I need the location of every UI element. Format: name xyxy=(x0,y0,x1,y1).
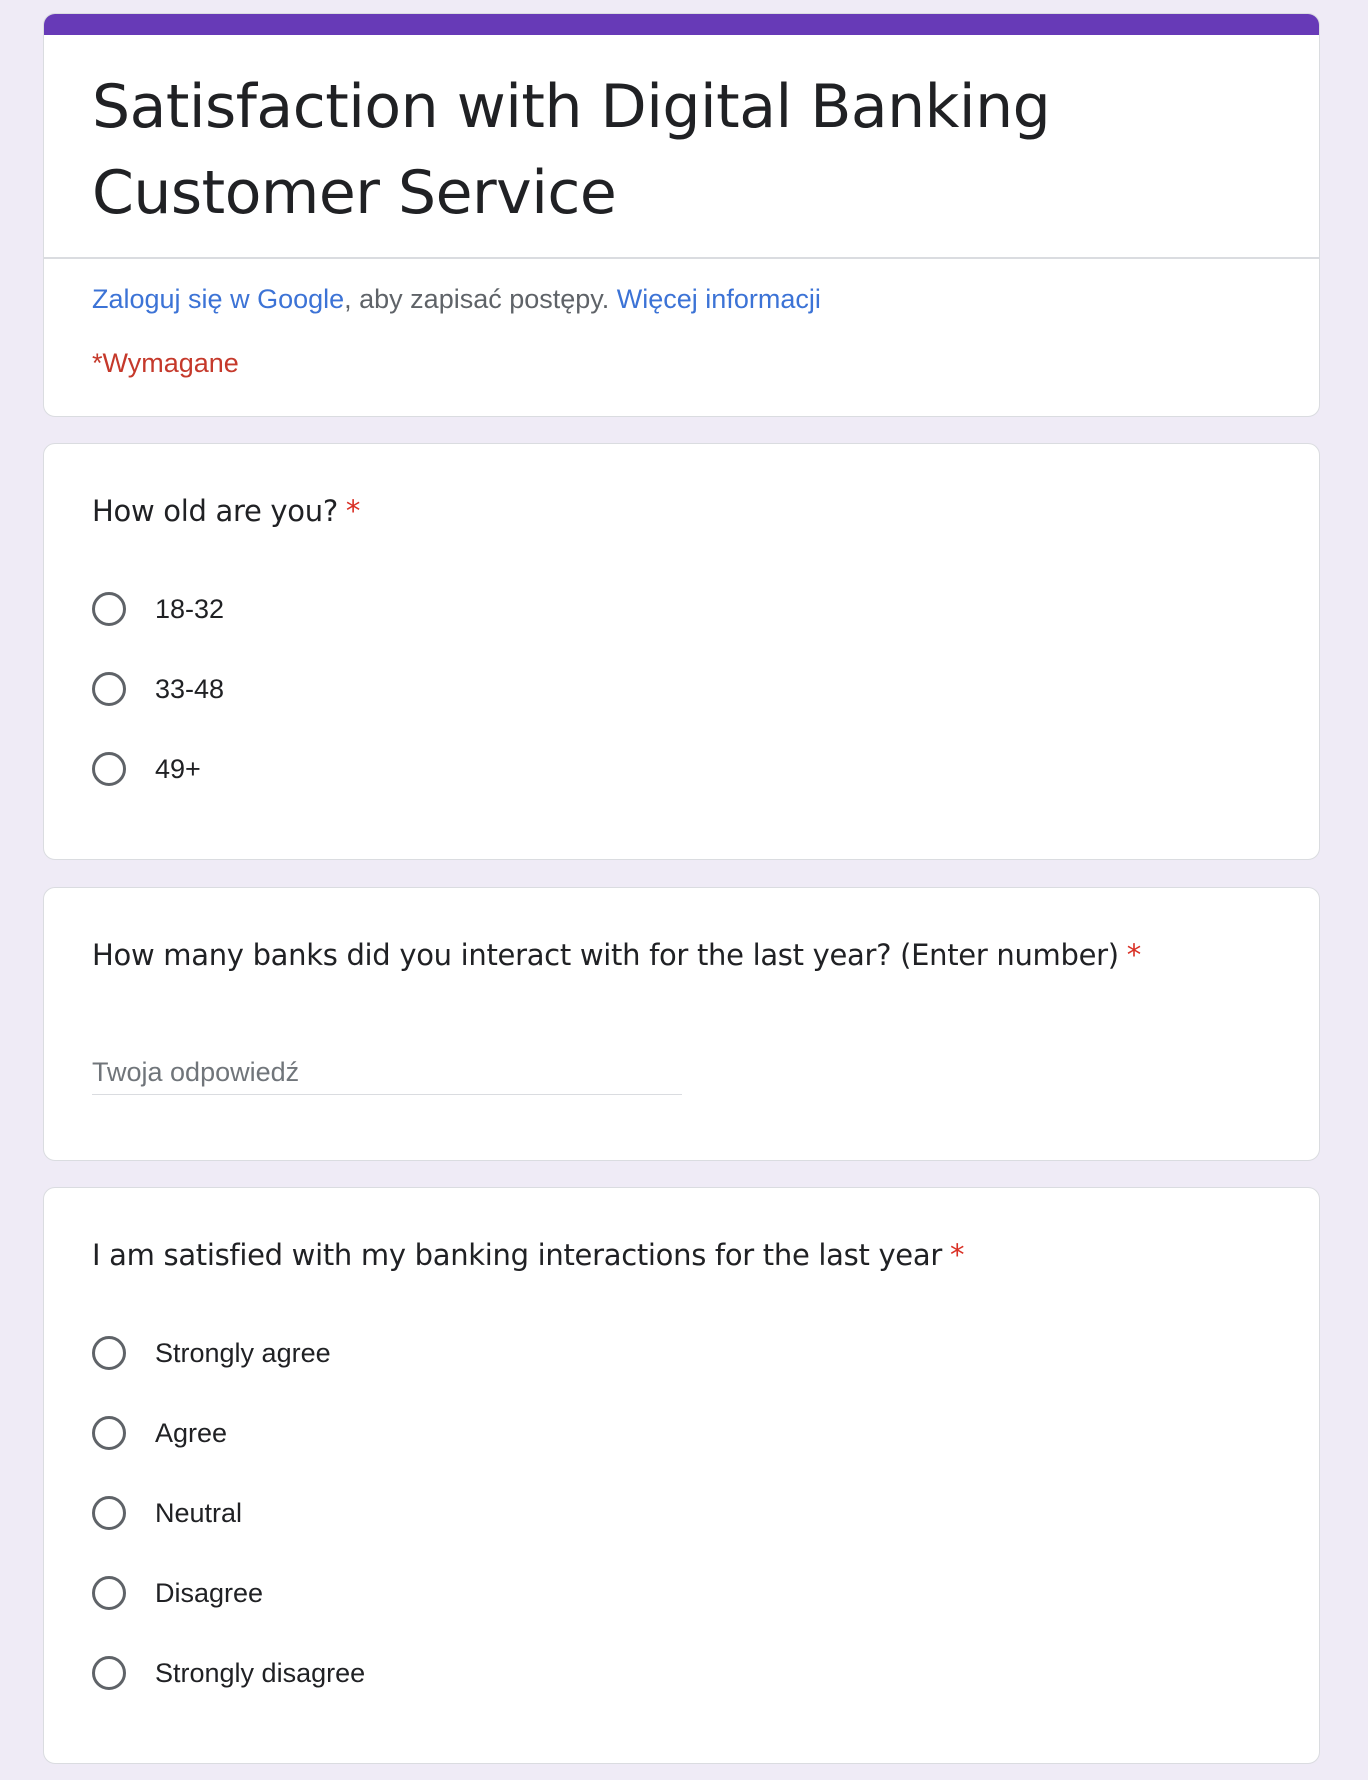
question-card-satisfaction: I am satisfied with my banking interacti… xyxy=(43,1187,1320,1764)
radio-option-strongly-agree[interactable]: Strongly agree xyxy=(92,1331,331,1375)
question-card-age: How old are you? * 18-32 33-48 49+ xyxy=(43,443,1320,860)
question-card-bank-count: How many banks did you interact with for… xyxy=(43,887,1320,1161)
option-label: Neutral xyxy=(155,1497,243,1528)
radio-button[interactable] xyxy=(92,592,126,626)
option-label: Disagree xyxy=(155,1577,264,1608)
more-info-link[interactable]: Więcej informacji xyxy=(617,284,821,314)
option-label: 33-48 xyxy=(155,673,225,704)
form-accent-bar xyxy=(44,14,1319,35)
radio-button[interactable] xyxy=(92,672,126,706)
radio-button[interactable] xyxy=(92,1656,126,1690)
radio-button[interactable] xyxy=(92,1576,126,1610)
option-label: Agree xyxy=(155,1417,228,1448)
radio-option-18-32[interactable]: 18-32 xyxy=(92,587,224,631)
question-text: I am satisfied with my banking interacti… xyxy=(92,1238,942,1272)
radio-option-disagree[interactable]: Disagree xyxy=(92,1571,263,1615)
question-text: How many banks did you interact with for… xyxy=(92,938,1119,972)
question-title: How old are you? * xyxy=(92,494,360,528)
required-asterisk: * xyxy=(949,1238,965,1272)
required-asterisk: * xyxy=(1126,938,1142,972)
signin-prompt: Zaloguj się w Google, aby zapisać postęp… xyxy=(92,284,821,315)
radio-option-49-plus[interactable]: 49+ xyxy=(92,747,201,791)
signin-middle-text: , aby zapisać postępy. xyxy=(344,284,617,314)
google-signin-link[interactable]: Zaloguj się w Google xyxy=(92,284,344,314)
answer-input[interactable] xyxy=(92,1050,682,1095)
question-title: How many banks did you interact with for… xyxy=(92,938,1141,972)
option-label: 49+ xyxy=(155,753,201,784)
option-label: 18-32 xyxy=(155,593,225,624)
question-title: I am satisfied with my banking interacti… xyxy=(92,1238,964,1272)
option-label: Strongly agree xyxy=(155,1337,331,1368)
radio-button[interactable] xyxy=(92,1496,126,1530)
radio-button[interactable] xyxy=(92,752,126,786)
required-asterisk: * xyxy=(345,494,361,528)
required-note: *Wymagane xyxy=(92,348,239,378)
form-title: Satisfaction with Digital Banking Custom… xyxy=(92,72,1051,228)
radio-button[interactable] xyxy=(92,1336,126,1370)
option-label: Strongly disagree xyxy=(155,1657,366,1688)
radio-button[interactable] xyxy=(92,1416,126,1450)
question-text: How old are you? xyxy=(92,494,338,528)
form-header-card: Satisfaction with Digital Banking Custom… xyxy=(43,13,1320,417)
radio-option-strongly-disagree[interactable]: Strongly disagree xyxy=(92,1651,365,1695)
radio-option-neutral[interactable]: Neutral xyxy=(92,1491,242,1535)
radio-option-33-48[interactable]: 33-48 xyxy=(92,667,224,711)
radio-option-agree[interactable]: Agree xyxy=(92,1411,227,1455)
header-divider xyxy=(44,257,1319,259)
